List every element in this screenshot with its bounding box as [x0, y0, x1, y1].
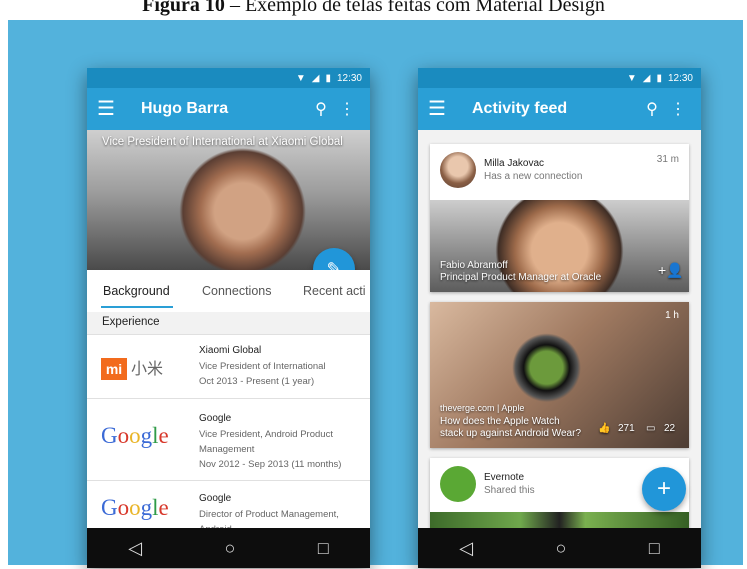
company-name: Google: [199, 413, 232, 424]
caption-label: Figura 10: [142, 0, 225, 16]
navigation-bar: ◁ ○ □: [418, 528, 701, 568]
feed-card-connection[interactable]: Milla Jakovac Has a new connection 31 m …: [430, 144, 689, 292]
navigation-bar: ◁ ○ □: [87, 528, 370, 568]
back-icon[interactable]: ◁: [128, 538, 142, 559]
company-name: Xiaomi Global: [199, 345, 262, 356]
more-vert-icon[interactable]: ⋮: [665, 99, 691, 119]
article-headline-line1: How does the Apple Watch: [440, 416, 560, 427]
wifi-icon: ▼: [626, 72, 637, 84]
list-item[interactable]: Google Google Director of Product Manage…: [87, 480, 370, 535]
list-item[interactable]: Google Google Vice President, Android Pr…: [87, 398, 370, 480]
figure-caption: Figura 10 – Exemplo de telas feitas com …: [0, 0, 747, 22]
comment-count: 22: [664, 423, 676, 434]
home-icon[interactable]: ○: [225, 538, 236, 559]
status-time: 12:30: [336, 72, 362, 84]
tab-indicator: [101, 306, 173, 308]
add-fab[interactable]: +: [642, 467, 686, 511]
add-person-icon[interactable]: +👤: [658, 263, 684, 277]
comment-icon[interactable]: ▭: [646, 423, 655, 435]
battery-icon: ▮: [325, 72, 331, 84]
page-title: Activity feed: [472, 100, 568, 117]
card-subtitle: Shared this: [484, 485, 535, 496]
back-icon[interactable]: ◁: [459, 538, 473, 559]
company-name: Google: [199, 493, 232, 504]
wifi-icon: ▼: [295, 72, 306, 84]
signal-icon: ◢: [642, 72, 651, 84]
app-bar: ☰ Hugo Barra ⚲ ⋮: [87, 88, 370, 130]
profile-role: Vice President of International at Xiaom…: [102, 136, 343, 148]
photo-name: Fabio Abramoff: [440, 260, 508, 271]
app-bar: ☰ Activity feed ⚲ ⋮: [418, 88, 701, 130]
feed-card-article[interactable]: 1 h theverge.com | Apple How does the Ap…: [430, 302, 689, 448]
recents-icon[interactable]: □: [649, 538, 660, 559]
menu-icon[interactable]: ☰: [428, 99, 458, 119]
list-item[interactable]: mi 小米 Xiaomi Global Vice President of Int…: [87, 334, 370, 398]
like-count: 271: [618, 423, 635, 434]
showcase-background: ▼ ◢ ▮ 12:30 ☰ Hugo Barra ⚲ ⋮ Vice Presid…: [8, 20, 743, 568]
article-headline-line2: stack up against Android Wear?: [440, 428, 582, 439]
status-bar: ▼ ◢ ▮ 12:30: [418, 68, 701, 88]
watch-photo: theverge.com | Apple How does the Apple …: [430, 302, 689, 448]
page-title: Hugo Barra: [141, 100, 229, 117]
evernote-icon: [440, 466, 476, 502]
tab-recent-activity[interactable]: Recent acti: [303, 284, 366, 298]
status-time: 12:30: [667, 72, 693, 84]
status-bar: ▼ ◢ ▮ 12:30: [87, 68, 370, 88]
position-detail: Vice President of International Oct 2013…: [199, 361, 326, 387]
person-photo: Fabio Abramoff Principal Product Manager…: [430, 200, 689, 292]
search-icon[interactable]: ⚲: [308, 99, 334, 119]
feed-phone: ▼ ◢ ▮ 12:30 ☰ Activity feed ⚲ ⋮ Milla Ja…: [418, 68, 701, 568]
add-icon: +: [656, 475, 671, 502]
home-icon[interactable]: ○: [556, 538, 567, 559]
article-source: theverge.com | Apple: [440, 403, 525, 413]
profile-tabs: Background Connections Recent acti: [87, 270, 370, 312]
profile-phone: ▼ ◢ ▮ 12:30 ☰ Hugo Barra ⚲ ⋮ Vice Presid…: [87, 68, 370, 568]
signal-icon: ◢: [311, 72, 320, 84]
photo-role: Principal Product Manager at Oracle: [440, 272, 602, 283]
section-title: Experience: [102, 316, 160, 328]
caption-text: – Exemplo de telas feitas com Material D…: [224, 0, 605, 16]
menu-icon[interactable]: ☰: [97, 99, 127, 119]
more-vert-icon[interactable]: ⋮: [334, 99, 360, 119]
battery-icon: ▮: [656, 72, 662, 84]
xiaomi-logo: mi 小米: [101, 355, 163, 380]
search-icon[interactable]: ⚲: [639, 99, 665, 119]
avatar: [440, 152, 476, 188]
card-time: 31 m: [656, 154, 679, 165]
recents-icon[interactable]: □: [318, 538, 329, 559]
tab-connections[interactable]: Connections: [202, 284, 272, 298]
thumbs-up-icon[interactable]: 👍: [598, 423, 610, 435]
google-logo: Google: [101, 423, 169, 448]
card-subtitle: Has a new connection: [484, 171, 583, 182]
card-author: Evernote: [484, 472, 525, 483]
card-author: Milla Jakovac: [484, 158, 545, 169]
google-logo: Google: [101, 495, 169, 520]
position-detail: Vice President, Android Product Manageme…: [199, 429, 342, 470]
tab-background[interactable]: Background: [103, 284, 170, 298]
